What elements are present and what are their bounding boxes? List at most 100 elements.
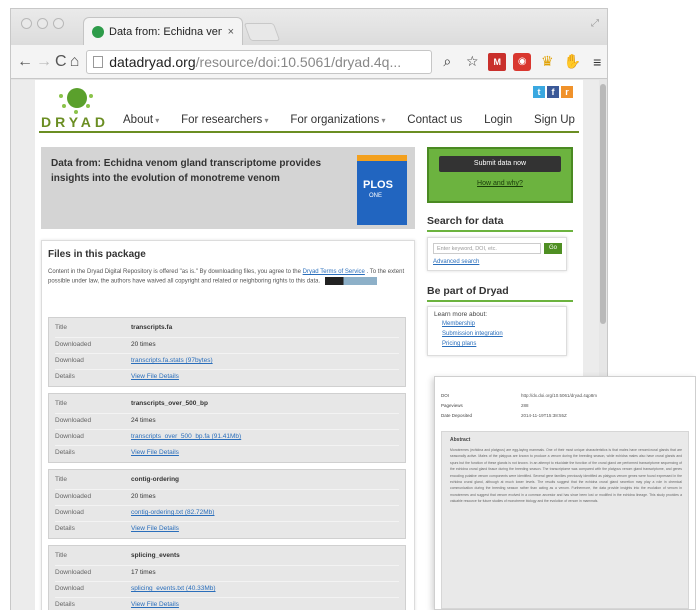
nav-for-organizations[interactable]: For organizations: [290, 114, 385, 126]
file-title: transcripts_over_500_bp: [131, 400, 208, 407]
nav-for-researchers[interactable]: For researchers: [181, 114, 268, 126]
main-nav: About For researchers For organizations …: [123, 114, 575, 126]
learn-more-label: Learn more about:: [434, 311, 488, 318]
reload-button[interactable]: C: [55, 53, 67, 71]
file-download-link[interactable]: transcripts.fa.stats (97bytes): [131, 354, 213, 367]
window-controls: [21, 18, 64, 29]
file-card: Title transcripts_over_500_bp Downloaded 2…: [48, 393, 406, 463]
file-details-link[interactable]: View File Details: [131, 598, 179, 610]
pricing-plans-link[interactable]: Pricing plans: [442, 341, 476, 347]
file-details-link[interactable]: View File Details: [131, 446, 179, 459]
tab-strip: Data from: Echidna venor × ⤢: [11, 9, 607, 45]
address-bar[interactable]: datadryad.org /resource/doi:10.5061/drya…: [86, 49, 433, 74]
stop-extension-icon[interactable]: ◉: [513, 52, 532, 71]
cc0-badge-icon[interactable]: [324, 277, 377, 286]
terms-of-service-link[interactable]: Dryad Terms of Service: [303, 269, 365, 275]
browser-toolbar: ← → C ⌂ datadryad.org /resource/doi:10.5…: [11, 45, 607, 79]
twitter-icon[interactable]: t: [533, 86, 545, 98]
file-title: splicing_events: [131, 552, 180, 559]
browser-tab[interactable]: Data from: Echidna venor ×: [83, 17, 243, 45]
file-row-downloaded: Downloaded 20 times: [55, 489, 399, 502]
file-details-link[interactable]: View File Details: [131, 370, 179, 383]
file-download-link[interactable]: contig-ordering.txt (82.72Mb): [131, 506, 214, 519]
search-divider: [427, 230, 573, 232]
mail-extension-icon[interactable]: M: [488, 52, 507, 71]
abstract-text: Monotremes (echidna and platypus) are eg…: [450, 448, 682, 504]
files-panel: Files in this package Content in the Dry…: [41, 240, 415, 610]
be-part-heading: Be part of Dryad: [427, 285, 509, 297]
menu-icon[interactable]: ≡: [588, 53, 606, 71]
zoom-window-button[interactable]: [53, 18, 64, 29]
advanced-search-link[interactable]: Advanced search: [433, 259, 479, 265]
file-downloads: 20 times: [131, 341, 156, 348]
minimize-window-button[interactable]: [37, 18, 48, 29]
file-row-download: Download contig-ordering.txt (82.72Mb): [55, 505, 399, 518]
file-download-link[interactable]: transcripts_over_500_bp.fa (91.41Mb): [131, 430, 241, 443]
nav-contact-us[interactable]: Contact us: [407, 114, 462, 126]
new-tab-button[interactable]: [243, 23, 281, 41]
file-row-download: Download transcripts.fa.stats (97bytes): [55, 353, 399, 366]
how-and-why-link[interactable]: How and why?: [429, 180, 571, 187]
file-title: contig-ordering: [131, 476, 180, 483]
search-icon[interactable]: ⌕: [438, 53, 456, 71]
journal-cover[interactable]: PLOS ONE: [357, 155, 407, 225]
file-downloads: 24 times: [131, 417, 156, 424]
file-details-document: DOI http://dx.doi.org/10.5061/dryad.4qp8m…: [434, 376, 696, 610]
membership-link[interactable]: Membership: [442, 321, 475, 327]
file-row-downloaded: Downloaded 24 times: [55, 413, 399, 426]
abstract-box: Abstract Monotremes (echidna and platypu…: [441, 431, 689, 609]
nav-login[interactable]: Login: [484, 114, 512, 126]
search-box: Enter keyword, DOI, etc. Go Advanced sea…: [427, 237, 567, 271]
home-button[interactable]: ⌂: [70, 53, 80, 71]
favicon-icon: [92, 25, 104, 38]
file-row-details: Details View File Details: [55, 597, 399, 610]
submit-data-button[interactable]: Submit data now: [439, 156, 561, 172]
file-download-link[interactable]: splicing_events.txt (40.33Mb): [131, 582, 216, 595]
bookmark-star-icon[interactable]: ☆: [463, 53, 481, 71]
file-row-downloaded: Downloaded 17 times: [55, 565, 399, 578]
be-part-divider: [427, 300, 573, 302]
search-heading: Search for data: [427, 215, 504, 227]
close-window-button[interactable]: [21, 18, 32, 29]
logo-text: DRYAD: [41, 114, 109, 130]
file-row-title: Title contig-ordering: [55, 473, 399, 486]
search-go-button[interactable]: Go: [544, 243, 562, 254]
submission-integration-link[interactable]: Submission integration: [442, 331, 503, 337]
facebook-icon[interactable]: f: [547, 86, 559, 98]
file-card: Title contig-ordering Downloaded 20 times …: [48, 469, 406, 539]
search-input[interactable]: Enter keyword, DOI, etc.: [433, 243, 541, 254]
social-links: t f r: [533, 86, 573, 98]
fullscreen-icon[interactable]: ⤢: [591, 18, 599, 29]
page-icon: [93, 55, 104, 68]
file-row-title: Title transcripts_over_500_bp: [55, 397, 399, 410]
forward-button[interactable]: →: [36, 53, 52, 71]
nav-about[interactable]: About: [123, 114, 159, 126]
terms-text: Content in the Dryad Digital Repository …: [48, 269, 405, 286]
journal-subname: ONE: [369, 193, 383, 199]
rss-icon[interactable]: r: [561, 86, 573, 98]
tree-logo-icon: [59, 86, 93, 114]
scrollbar-thumb[interactable]: [600, 84, 606, 324]
package-title: Data from: Echidna venom gland transcrip…: [51, 158, 322, 184]
file-row-details: Details View File Details: [55, 521, 399, 534]
file-row-details: Details View File Details: [55, 369, 399, 382]
be-part-box: Learn more about: Membership Submission …: [427, 306, 567, 356]
nav-sign-up[interactable]: Sign Up: [534, 114, 575, 126]
file-row-download: Download splicing_events.txt (40.33Mb): [55, 581, 399, 594]
journal-name: PLOS: [363, 179, 393, 191]
dryad-logo[interactable]: DRYAD: [41, 86, 115, 130]
crown-extension-icon[interactable]: ♛: [538, 53, 556, 71]
file-downloads: 17 times: [131, 569, 156, 576]
back-button[interactable]: ←: [17, 53, 33, 71]
tab-title: Data from: Echidna venor: [109, 25, 222, 38]
file-row-title: Title transcripts.fa: [55, 321, 399, 334]
files-heading: Files in this package: [48, 249, 146, 260]
abstract-heading: Abstract: [450, 437, 471, 443]
hand-extension-icon[interactable]: ✋: [563, 53, 581, 71]
file-details-link[interactable]: View File Details: [131, 522, 179, 535]
tab-close-icon[interactable]: ×: [228, 26, 234, 38]
file-row-title: Title splicing_events: [55, 549, 399, 562]
file-title: transcripts.fa: [131, 324, 173, 331]
submit-data-box: Submit data now How and why?: [427, 147, 573, 203]
package-banner: Data from: Echidna venom gland transcrip…: [41, 147, 415, 229]
